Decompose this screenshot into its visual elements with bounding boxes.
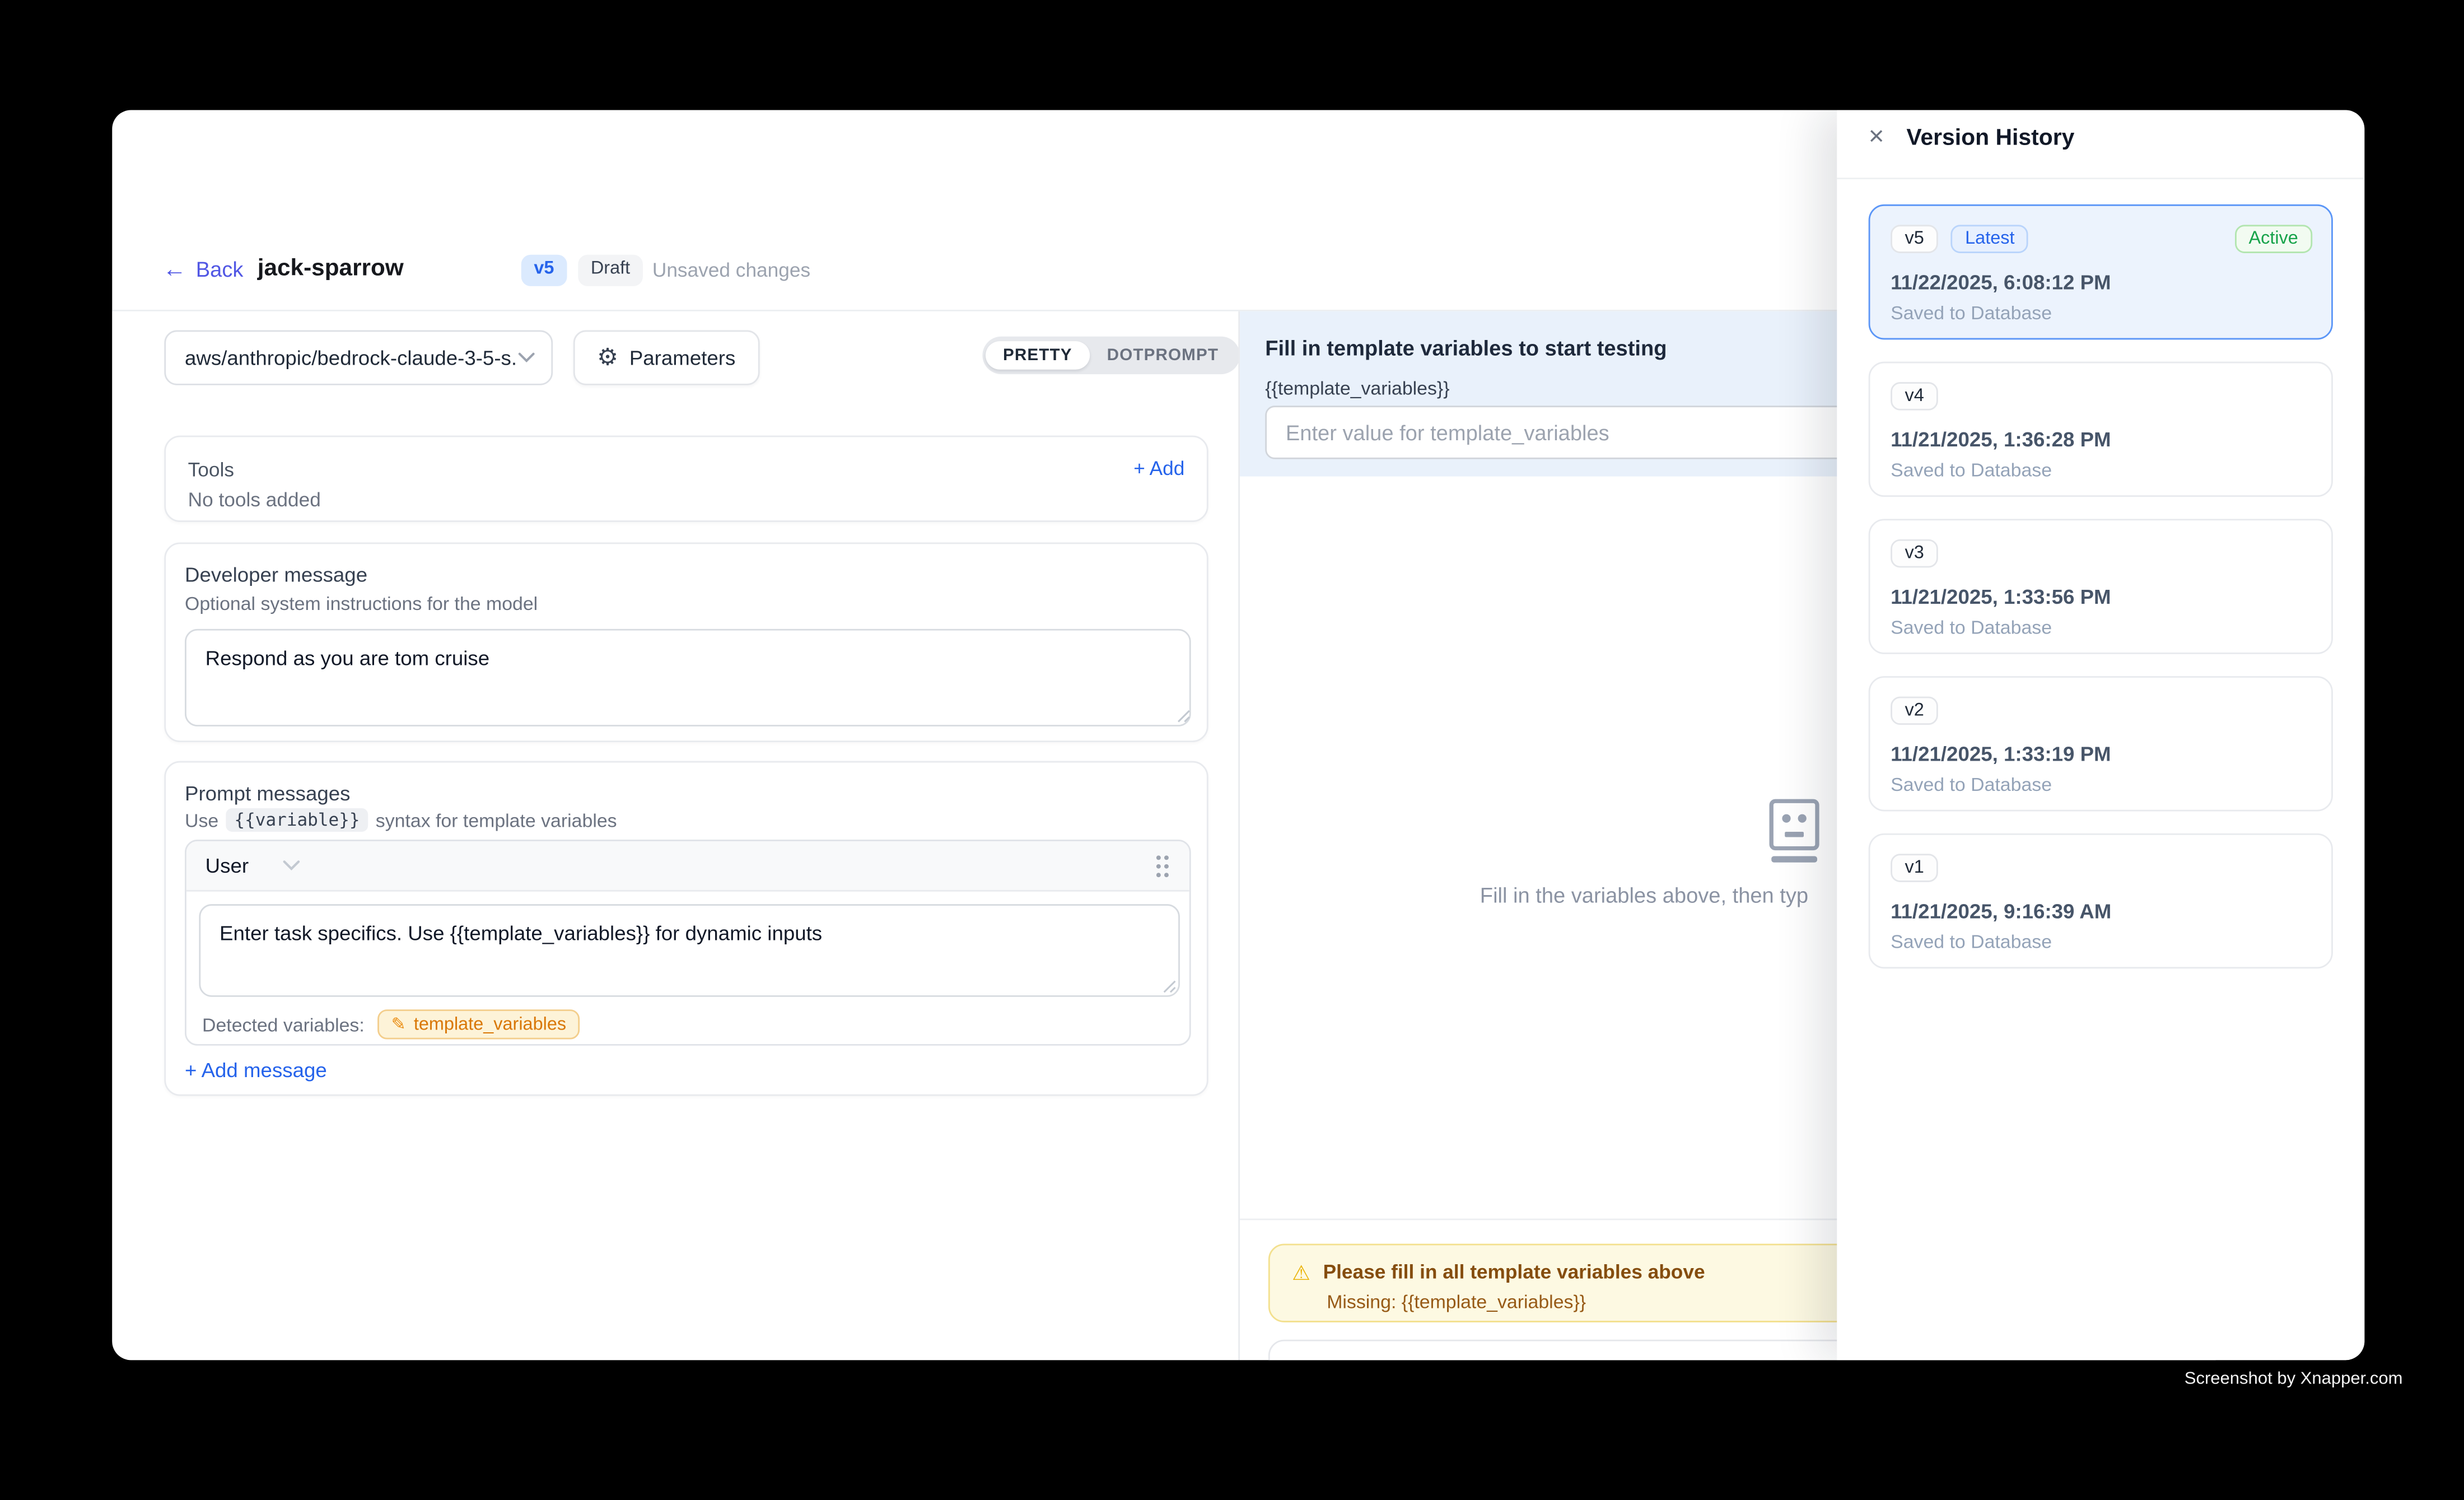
empty-state-text: Fill in the variables above, then typ bbox=[1480, 884, 1808, 907]
version-badge: v5 bbox=[521, 255, 567, 286]
chevron-down-icon bbox=[519, 352, 535, 364]
version-source: Saved to Database bbox=[1891, 459, 2052, 481]
watermark-text: Screenshot by Xnapper.com bbox=[2185, 1369, 2403, 1389]
developer-message-input[interactable] bbox=[185, 629, 1191, 726]
version-badges: v3 bbox=[1891, 539, 1938, 568]
toggle-pretty[interactable]: PRETTY bbox=[986, 341, 1090, 370]
developer-message-subtitle: Optional system instructions for the mod… bbox=[185, 593, 538, 614]
warning-title: Please fill in all template variables ab… bbox=[1323, 1261, 1705, 1283]
message-header: User bbox=[186, 841, 1189, 892]
variable-chip-label: template_variables bbox=[414, 1015, 566, 1034]
version-tag: v2 bbox=[1891, 697, 1938, 725]
version-source: Saved to Database bbox=[1891, 616, 2052, 638]
close-icon[interactable]: × bbox=[1869, 123, 1884, 150]
add-tool-button[interactable]: + Add bbox=[1133, 458, 1184, 479]
version-date: 11/21/2025, 1:33:56 PM bbox=[1891, 585, 2111, 608]
version-date: 11/21/2025, 1:36:28 PM bbox=[1891, 428, 2111, 451]
editor-panel: aws/anthropic/bedrock-claude-3-5-s... ⚙ … bbox=[112, 311, 1238, 1360]
chevron-down-icon bbox=[283, 860, 301, 872]
add-message-button[interactable]: + Add message bbox=[185, 1058, 327, 1082]
user-message-input[interactable] bbox=[199, 904, 1180, 997]
version-date: 11/21/2025, 1:33:19 PM bbox=[1891, 742, 2111, 766]
unsaved-changes-text: Unsaved changes bbox=[652, 259, 810, 281]
version-badges: v2 bbox=[1891, 697, 1938, 725]
version-card-v5[interactable]: v5 Latest Active 11/22/2025, 6:08:12 PM … bbox=[1869, 204, 2333, 339]
role-label: User bbox=[206, 854, 249, 877]
screenshot-stage: ← Back jack-sparrow v5 Draft Unsaved cha… bbox=[0, 0, 2464, 1500]
version-card-v2[interactable]: v2 11/21/2025, 1:33:19 PM Saved to Datab… bbox=[1869, 676, 2333, 811]
version-source: Saved to Database bbox=[1891, 931, 2052, 953]
back-arrow-icon: ← bbox=[163, 258, 186, 281]
version-history-divider bbox=[1837, 178, 2364, 179]
version-list: v5 Latest Active 11/22/2025, 6:08:12 PM … bbox=[1869, 204, 2333, 968]
tools-title: Tools bbox=[188, 459, 234, 481]
pencil-icon: ✎ bbox=[391, 1014, 406, 1035]
version-date: 11/22/2025, 6:08:12 PM bbox=[1891, 271, 2111, 294]
variable-syntax-chip: {{variable}} bbox=[226, 808, 367, 832]
template-variable-chip[interactable]: ✎ template_variables bbox=[377, 1009, 580, 1039]
tools-card: Tools + Add No tools added bbox=[164, 436, 1208, 522]
version-source: Saved to Database bbox=[1891, 774, 2052, 795]
back-label: Back bbox=[196, 258, 244, 281]
subtitle-suffix: syntax for template variables bbox=[376, 809, 617, 831]
version-tag: v5 bbox=[1891, 225, 1938, 253]
parameters-button[interactable]: ⚙ Parameters bbox=[573, 330, 759, 385]
version-history-title: Version History bbox=[1906, 126, 2074, 151]
warning-row: ⚠ Please fill in all template variables … bbox=[1292, 1261, 1705, 1283]
tools-empty-text: No tools added bbox=[188, 489, 321, 511]
subtitle-prefix: Use bbox=[185, 809, 218, 831]
version-tag: v4 bbox=[1891, 382, 1938, 411]
latest-badge: Latest bbox=[1951, 225, 2029, 253]
draft-badge: Draft bbox=[578, 255, 642, 286]
gear-icon: ⚙ bbox=[597, 346, 618, 370]
template-variable-name: {{template_variables}} bbox=[1265, 378, 1449, 399]
version-tag: v3 bbox=[1891, 539, 1938, 568]
model-select[interactable]: aws/anthropic/bedrock-claude-3-5-s... bbox=[164, 330, 553, 385]
app-window: ← Back jack-sparrow v5 Draft Unsaved cha… bbox=[112, 110, 2364, 1361]
version-badges: v5 Latest bbox=[1891, 225, 2029, 253]
version-card-v1[interactable]: v1 11/21/2025, 9:16:39 AM Saved to Datab… bbox=[1869, 833, 2333, 968]
prompt-messages-subtitle: Use {{variable}} syntax for template var… bbox=[185, 808, 617, 832]
version-card-v3[interactable]: v3 11/21/2025, 1:33:56 PM Saved to Datab… bbox=[1869, 519, 2333, 654]
version-badges: v1 bbox=[1891, 854, 1938, 882]
active-badge: Active bbox=[2234, 225, 2312, 253]
version-card-v4[interactable]: v4 11/21/2025, 1:36:28 PM Saved to Datab… bbox=[1869, 362, 2333, 497]
version-date: 11/21/2025, 9:16:39 AM bbox=[1891, 900, 2111, 923]
role-select[interactable]: User bbox=[206, 854, 301, 877]
back-button[interactable]: ← Back bbox=[163, 258, 244, 281]
developer-message-card: Developer message Optional system instru… bbox=[164, 542, 1208, 742]
template-variables-heading: Fill in template variables to start test… bbox=[1265, 337, 1667, 360]
parameters-label: Parameters bbox=[629, 346, 736, 370]
version-badges: v4 bbox=[1891, 382, 1938, 411]
warning-icon: ⚠ bbox=[1292, 1262, 1310, 1282]
developer-message-title: Developer message bbox=[185, 563, 367, 586]
detected-variables-label: Detected variables: bbox=[202, 1013, 365, 1035]
detected-variables-row: Detected variables: ✎ template_variables bbox=[202, 1009, 580, 1039]
version-source: Saved to Database bbox=[1891, 302, 2052, 324]
message-block: User Dete bbox=[185, 840, 1191, 1046]
prompt-messages-title: Prompt messages bbox=[185, 781, 350, 805]
toggle-dotprompt[interactable]: DOTPROMPT bbox=[1090, 341, 1236, 370]
version-tag: v1 bbox=[1891, 854, 1938, 882]
drag-handle-icon[interactable] bbox=[1155, 853, 1170, 878]
robot-icon bbox=[1766, 799, 1823, 873]
version-history-panel: × Version History v5 Latest Active 11/22… bbox=[1837, 110, 2364, 1361]
page-title: jack-sparrow bbox=[258, 255, 404, 282]
prompt-messages-card: Prompt messages Use {{variable}} syntax … bbox=[164, 761, 1208, 1096]
warning-missing-text: Missing: {{template_variables}} bbox=[1327, 1291, 1586, 1313]
model-select-value: aws/anthropic/bedrock-claude-3-5-s... bbox=[185, 346, 519, 370]
view-mode-toggle: PRETTY DOTPROMPT bbox=[982, 337, 1239, 374]
